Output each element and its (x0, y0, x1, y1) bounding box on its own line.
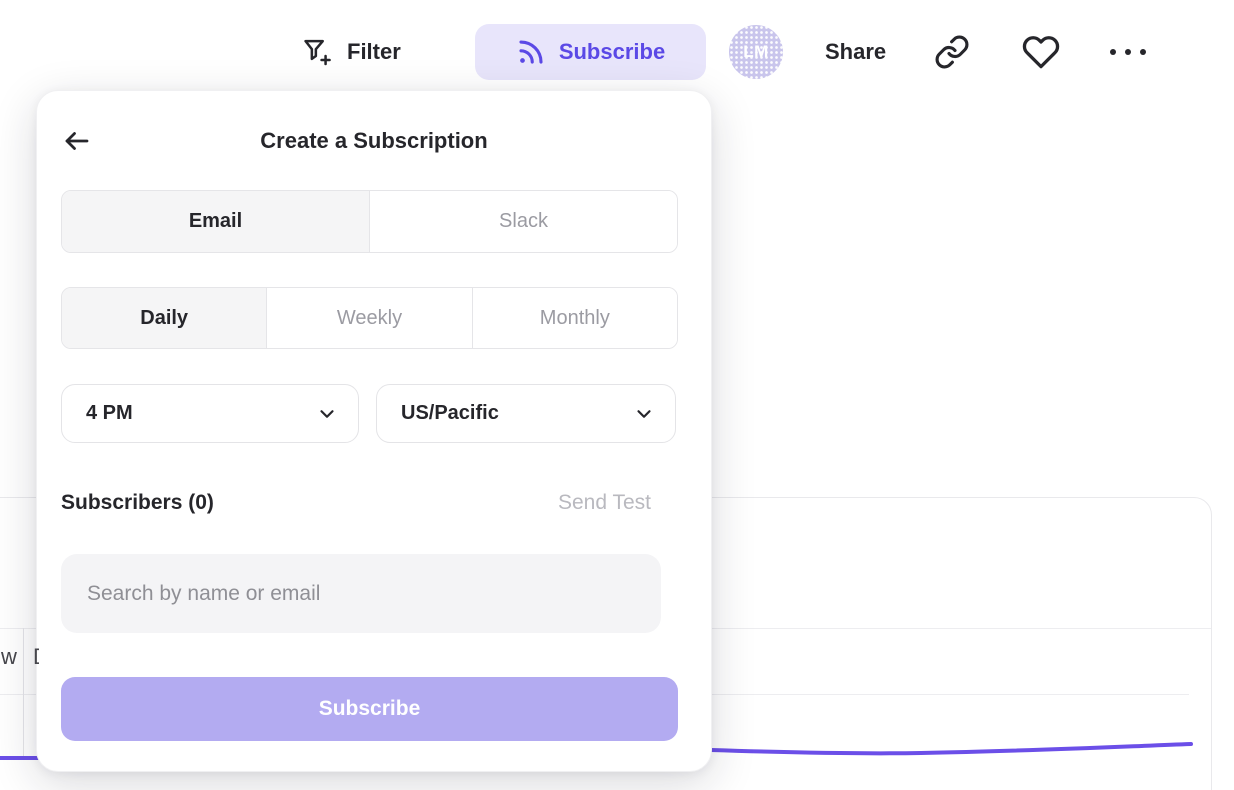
subscribe-submit-button[interactable]: Subscribe (61, 677, 678, 741)
more-options-button[interactable] (1110, 49, 1146, 55)
tab-monthly[interactable]: Monthly (472, 288, 677, 348)
share-label: Share (825, 39, 886, 65)
favorite-button[interactable] (1022, 33, 1060, 71)
modal-title: Create a Subscription (37, 128, 711, 154)
background-partial-text: w (1, 644, 17, 670)
subscriber-search-input[interactable] (61, 554, 661, 633)
timezone-select[interactable]: US/Pacific (376, 384, 676, 443)
rss-icon (516, 37, 546, 67)
create-subscription-modal: Create a Subscription Email Slack Daily … (36, 90, 712, 772)
time-select[interactable]: 4 PM (61, 384, 359, 443)
time-select-value: 4 PM (86, 402, 316, 425)
chevron-down-icon (633, 403, 655, 425)
link-icon (934, 34, 970, 70)
avatar[interactable]: LM (729, 25, 783, 79)
send-test-button[interactable]: Send Test (558, 491, 651, 515)
tab-slack[interactable]: Slack (369, 191, 677, 252)
channel-segmented-control: Email Slack (61, 190, 678, 253)
share-button[interactable]: Share (825, 26, 886, 78)
filter-plus-icon (301, 36, 333, 68)
subscribe-toolbar-label: Subscribe (559, 39, 665, 65)
ellipsis-icon (1110, 49, 1146, 55)
frequency-segmented-control: Daily Weekly Monthly (61, 287, 678, 349)
heart-icon (1022, 33, 1060, 71)
filter-label: Filter (347, 39, 401, 65)
subscribers-count-label: Subscribers (0) (61, 491, 214, 515)
timezone-select-value: US/Pacific (401, 402, 633, 425)
subscribe-toolbar-button[interactable]: Subscribe (475, 24, 706, 80)
tab-daily[interactable]: Daily (62, 288, 266, 348)
filter-button[interactable]: Filter (301, 26, 401, 78)
tab-email[interactable]: Email (62, 191, 369, 252)
copy-link-button[interactable] (934, 34, 970, 70)
page: w D Filter Subscribe LM Share (0, 0, 1234, 790)
avatar-initials: LM (743, 42, 769, 62)
background-clipped-text: D (33, 644, 39, 670)
tab-weekly[interactable]: Weekly (266, 288, 471, 348)
chevron-down-icon (316, 403, 338, 425)
